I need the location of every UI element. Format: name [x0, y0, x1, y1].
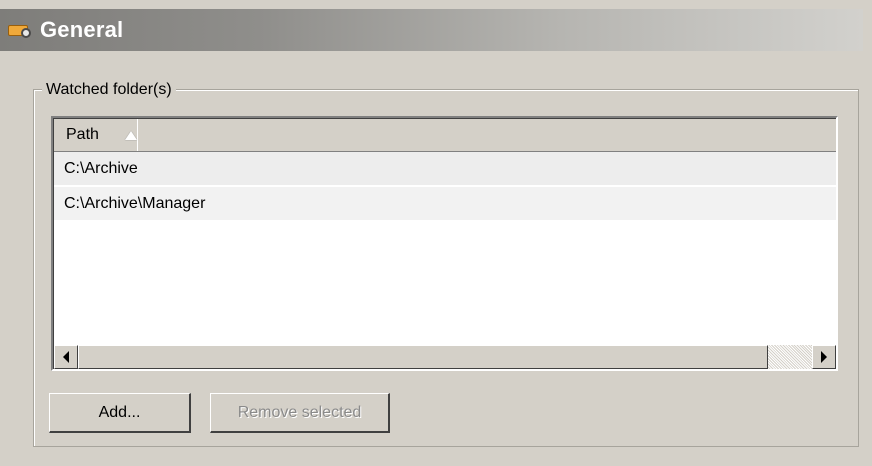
watched-folders-legend: Watched folder(s) [42, 81, 176, 99]
arrow-right-icon [821, 351, 827, 363]
column-header-path[interactable]: Path [54, 119, 138, 151]
horizontal-scrollbar[interactable] [54, 345, 836, 369]
scroll-left-button[interactable] [54, 345, 78, 369]
settings-gear-icon [8, 19, 34, 41]
add-folder-button[interactable]: Add... [49, 393, 191, 433]
sort-ascending-icon [124, 130, 137, 140]
scrollbar-track[interactable] [768, 345, 813, 369]
scroll-right-button[interactable] [812, 345, 836, 369]
list-item-path: C:\Archive\Manager [64, 195, 206, 212]
watched-folders-list[interactable]: Path C:\Archive C:\Archive\Manager [51, 116, 838, 371]
list-item[interactable]: C:\Archive\Manager [54, 187, 836, 220]
list-item[interactable]: C:\Archive [54, 152, 836, 185]
list-item-path: C:\Archive [64, 160, 138, 177]
panel-title: General [40, 17, 124, 42]
scrollbar-thumb[interactable] [78, 345, 768, 369]
panel-header: General [0, 9, 863, 51]
arrow-left-icon [63, 351, 69, 363]
general-panel: General Watched folder(s) Path C:\Archiv… [0, 0, 872, 466]
column-header-label: Path [66, 126, 99, 143]
remove-selected-button[interactable]: Remove selected [210, 393, 390, 433]
list-header: Path [54, 119, 836, 152]
